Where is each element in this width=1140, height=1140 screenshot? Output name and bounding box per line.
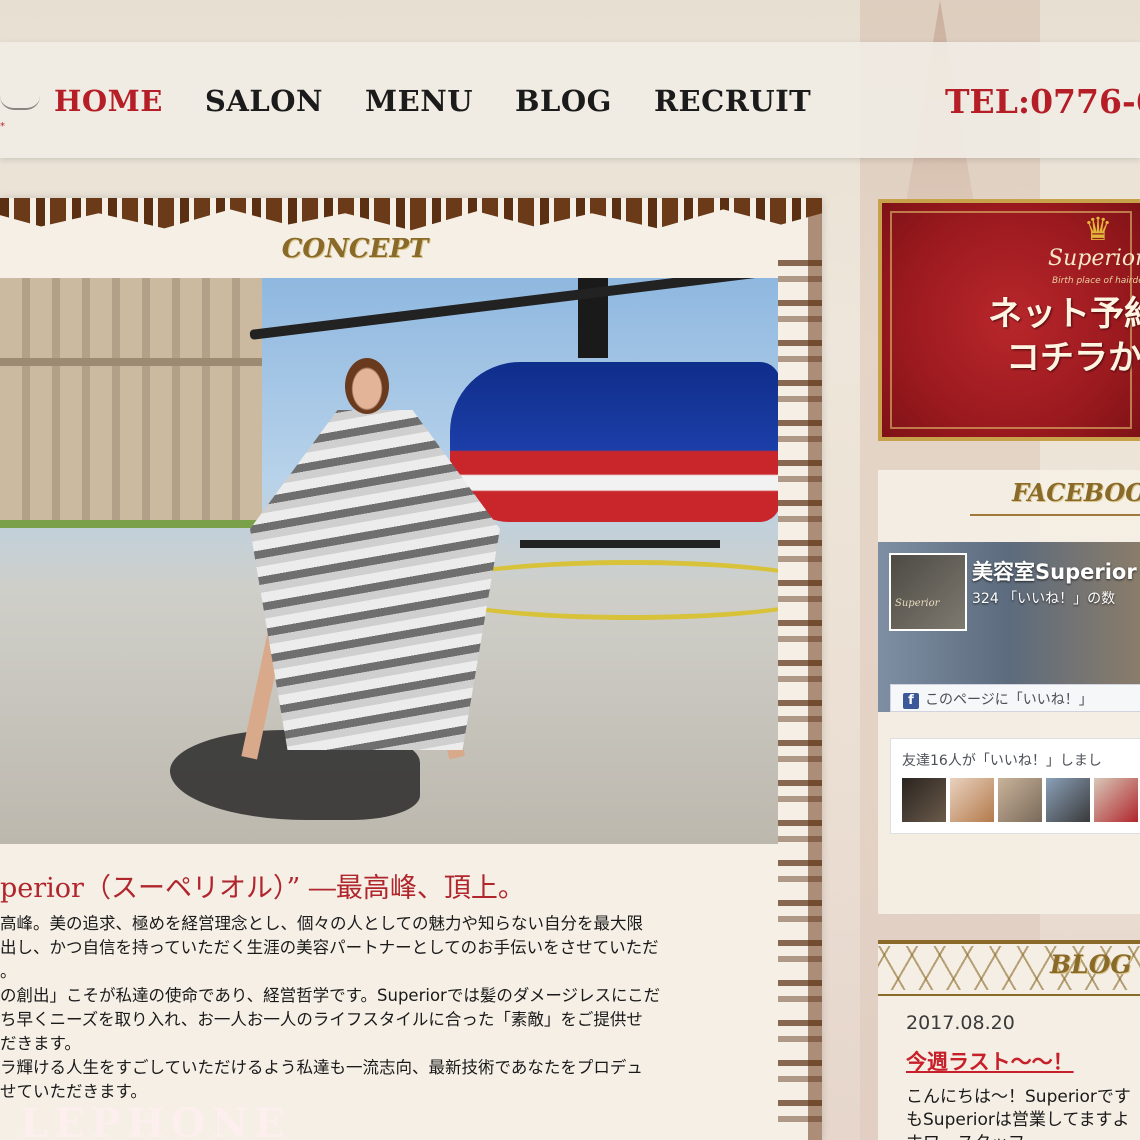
blog-excerpt-line: ホワ…スタッフ	[906, 1132, 1131, 1140]
facebook-thumb-brand: Superior	[895, 598, 940, 609]
banner-line-2: コチラか	[1006, 338, 1140, 378]
facebook-page-thumbnail[interactable]	[889, 553, 967, 631]
hero-photo	[0, 278, 778, 844]
concept-paragraph: 。	[0, 962, 17, 981]
palace-building	[0, 278, 262, 528]
banner-brand: Superior	[1048, 246, 1140, 271]
logo-mark: ⁎	[0, 118, 5, 129]
crown-icon: ♛	[1083, 210, 1113, 248]
facebook-heading: FACEBOOK	[1012, 478, 1140, 507]
grunge-border-right	[778, 260, 822, 1140]
helicopter-body	[450, 362, 778, 522]
friend-avatar[interactable]	[902, 778, 946, 822]
concept-paragraph: ラ輝ける人生をすごしていただけるよう私達も一流志向、最新技術であなたをプロデュ	[0, 1058, 643, 1077]
helicopter-landing-gear	[520, 540, 720, 548]
nav-recruit[interactable]: RECRUIT	[654, 84, 811, 118]
blog-post-date: 2017.08.20	[906, 1012, 1015, 1034]
blog-excerpt-line: こんにちは～！Superiorです	[906, 1087, 1131, 1107]
banner-line-1: ネット予約	[988, 294, 1140, 334]
nav-menu[interactable]: MENU	[365, 84, 473, 118]
facebook-like-label: このページに「いいね！」	[925, 692, 1093, 708]
friend-avatar[interactable]	[1046, 778, 1090, 822]
concept-paragraph: の創出」こそが私達の使命であり、経営哲学です。Superiorでは髪のダメージレ…	[0, 986, 661, 1005]
facebook-icon: f	[903, 693, 919, 709]
concept-paragraph: 出し、かつ自信を持っていただく生涯の美容パートナーとしてのお手伝いをさせていただ	[0, 938, 659, 957]
main-nav: HOME SALON MENU BLOG RECRUIT	[54, 84, 853, 118]
phone-number[interactable]: TEL:0776-6	[945, 82, 1140, 121]
facebook-like-count: 324 「いいね！」の数	[972, 591, 1116, 607]
blog-post-link[interactable]: 今週ラスト～～！	[906, 1046, 1074, 1076]
blog-excerpt-line: もSuperiorは営業してますよ	[906, 1110, 1130, 1130]
concept-paragraph: ち早くニーズを取り入れ、お一人お一人のライフスタイルに合った「素敵」をご提供せ	[0, 1010, 643, 1029]
concept-body: 高峰。美の追求、極めを経営理念とし、個々の人としての魅力や知らない自分を最大限 …	[0, 912, 730, 1104]
friend-avatar[interactable]	[950, 778, 994, 822]
nav-salon[interactable]: SALON	[205, 84, 323, 118]
facebook-friends-text: 友達16人が「いいね！」しまし	[902, 753, 1102, 769]
facebook-page-name[interactable]: 美容室Superior	[972, 556, 1137, 586]
facebook-like-button[interactable]: f このページに「いいね！」	[890, 684, 1140, 712]
blog-heading: BLOG	[1050, 950, 1132, 979]
nav-blog[interactable]: BLOG	[515, 84, 612, 118]
model-head	[345, 358, 389, 414]
nav-home[interactable]: HOME	[54, 84, 163, 118]
blog-excerpt: こんにちは～！Superiorです もSuperiorは営業してますよ ホワ…ス…	[906, 1086, 1131, 1140]
facebook-divider	[970, 514, 1140, 516]
friend-avatar[interactable]	[998, 778, 1042, 822]
phone-booth-sign: LEPHONE	[20, 1100, 291, 1140]
banner-tagline: Birth place of hairdesign	[1052, 276, 1140, 286]
friend-avatar[interactable]	[1094, 778, 1138, 822]
concept-heading: CONCEPT	[281, 234, 429, 264]
concept-headline: perior（スーペリオル）” ―最高峰、頂上。	[0, 873, 525, 904]
concept-paragraph: 高峰。美の追求、極めを経営理念とし、個々の人としての魅力や知らない自分を最大限	[0, 914, 644, 933]
blog-divider	[878, 994, 1140, 996]
concept-paragraph: だきます。	[0, 1034, 81, 1053]
helicopter-rotor	[249, 278, 777, 340]
